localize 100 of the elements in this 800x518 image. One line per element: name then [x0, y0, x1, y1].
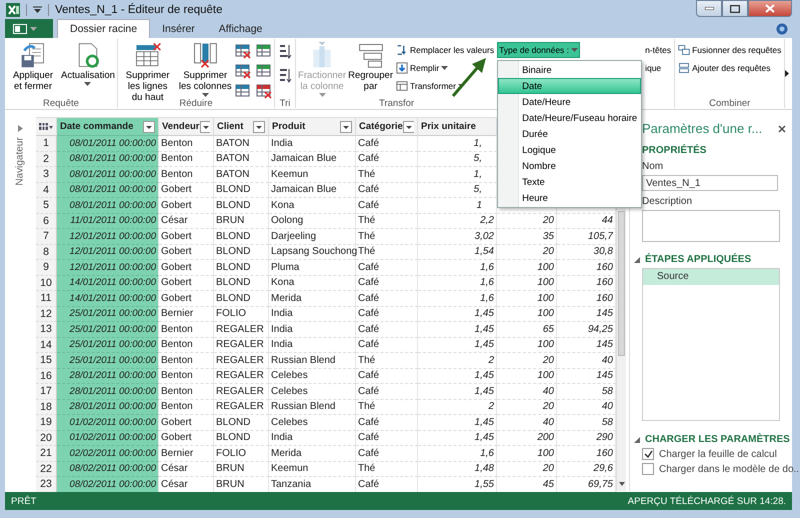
table-cell: 1,6: [480, 448, 494, 459]
ribbon-button[interactable]: ique: [644, 60, 662, 76]
table-cell: Benton: [161, 401, 193, 412]
row-number: 17: [36, 384, 57, 400]
table-cell: 44: [602, 215, 613, 226]
table-cell: Café: [358, 292, 380, 304]
ribbon-button[interactable]: Transformer: [394, 78, 466, 94]
table-cell: 11/01/2011 00:00:00: [70, 215, 156, 226]
table-cell: REGALER: [216, 401, 264, 412]
ribbon-tab[interactable]: Dossier racine: [57, 19, 150, 38]
ribbon-tab[interactable]: Affichage: [206, 19, 274, 38]
ribbon-button[interactable]: n-têtes: [644, 42, 672, 58]
menu-item[interactable]: Date: [498, 78, 642, 94]
table-cell: 20: [542, 401, 554, 412]
table-cell: 94,25: [588, 324, 613, 335]
table-cell: Café: [358, 277, 380, 288]
table-cell: 30,8: [594, 246, 613, 258]
table-cell: Gobert: [161, 246, 192, 258]
ribbon-button[interactable]: Appliquer et fermer: [7, 41, 60, 92]
table-cell: Benton: [161, 324, 193, 335]
table-cell: BATON: [216, 168, 250, 180]
data-type-dropdown[interactable]: Type de données :: [497, 42, 580, 58]
row-number: 3: [36, 167, 57, 182]
ribbon-tab[interactable]: Insérer: [150, 19, 207, 38]
table-cell: BRUN: [216, 215, 244, 226]
table-cell: Bernier: [161, 308, 194, 320]
table-cell: 100: [537, 262, 554, 273]
row-number: 6: [36, 214, 57, 229]
table-cell: BLOND: [216, 416, 250, 428]
table-cell: Benton: [161, 354, 193, 366]
table-cell: Russian Blend: [271, 401, 336, 412]
table-cell: 58: [602, 416, 613, 428]
step-item[interactable]: Source: [643, 269, 779, 285]
menu-item[interactable]: Texte: [498, 174, 642, 190]
ribbon-button[interactable]: Fusionner des requêtes: [677, 42, 782, 58]
row-number: 23: [36, 477, 57, 492]
menu-item[interactable]: Date/Heure/Fuseau horaire: [498, 110, 642, 126]
checkbox-label[interactable]: Charger la feuille de calcul: [659, 448, 777, 460]
table-cell: 1,45: [474, 386, 494, 397]
table-cell: Thé: [358, 246, 376, 258]
table-cell: India: [271, 308, 293, 320]
menu-item[interactable]: Heure: [498, 190, 642, 206]
table-cell: 20: [542, 463, 554, 474]
table-cell: 08/02/2011 00:00:00: [70, 478, 156, 490]
row-number: 11: [36, 291, 57, 306]
table-cell: 2: [488, 354, 494, 366]
table-cell: Café: [358, 416, 380, 428]
ribbon-button[interactable]: Supprimer les colonnes: [177, 41, 234, 97]
table-cell: India: [271, 138, 293, 149]
row-number: 22: [36, 462, 57, 477]
table-cell: Café: [358, 339, 380, 350]
table-cell: 08/01/2011 00:00:00: [70, 184, 156, 196]
table-cell: Bernier: [161, 448, 194, 459]
table-cell: 1: [476, 200, 482, 211]
ribbon-button[interactable]: Remplir: [394, 60, 450, 76]
table-cell: 25/01/2011 00:00:00: [70, 354, 156, 366]
name-field[interactable]: Ventes_N_1: [642, 175, 778, 191]
table-cell: Kona: [271, 277, 294, 288]
table-cell: 145: [596, 339, 613, 350]
table-cell: 1,: [474, 168, 482, 180]
menu-item[interactable]: Date/Heure: [498, 94, 642, 110]
table-cell: Café: [358, 138, 380, 149]
table-cell: Oolong: [271, 215, 304, 226]
table-cell: 145: [596, 308, 613, 320]
table-cell: 40: [542, 386, 554, 397]
row-number: 20: [36, 430, 57, 446]
table-cell: 2: [488, 401, 494, 412]
table-cell: 12/01/2011 00:00:00: [70, 246, 156, 258]
ribbon-button[interactable]: Remplacer les valeurs: [394, 42, 496, 58]
table-cell: FOLIO: [216, 448, 246, 459]
table-cell: César: [161, 215, 188, 226]
menu-item[interactable]: Binaire: [498, 62, 642, 78]
table-cell: 40: [602, 401, 613, 412]
checkbox-label[interactable]: Charger dans le modèle de do...: [659, 464, 800, 474]
menu-item[interactable]: Logique: [498, 142, 642, 158]
table-cell: 5,: [474, 184, 482, 196]
steps-list[interactable]: Source: [642, 268, 780, 421]
table-cell: Jamaican Blue: [271, 184, 337, 196]
ribbon-button[interactable]: Ajouter des requêtes: [677, 60, 772, 76]
table-cell: 28/01/2011 00:00:00: [70, 386, 156, 397]
menu-item[interactable]: Durée: [498, 126, 642, 142]
table-cell: 14/01/2011 00:00:00: [70, 292, 156, 304]
row-number: 4: [36, 182, 57, 198]
ribbon-button[interactable]: Supprimer les lignes du haut: [120, 41, 176, 103]
table-cell: Thé: [358, 354, 376, 366]
table-cell: 1,45: [474, 370, 494, 382]
table-cell: Gobert: [161, 277, 192, 288]
navigator-label[interactable]: Navigateur: [15, 137, 26, 186]
row-number: 16: [36, 368, 57, 384]
ribbon-button[interactable]: Regrouper par: [348, 41, 393, 92]
table-cell: REGALER: [216, 370, 264, 382]
menu-item[interactable]: Nombre: [498, 158, 642, 174]
ribbon-button[interactable]: Actualisation: [61, 41, 115, 86]
table-cell: Tanzania: [271, 478, 312, 490]
row-number: 19: [36, 415, 57, 430]
table-cell: 35: [542, 230, 554, 242]
table-cell: 1,54: [474, 246, 494, 258]
table-cell: India: [271, 339, 293, 350]
table-cell: BLOND: [216, 184, 250, 196]
table-cell: 1,6: [480, 292, 494, 304]
